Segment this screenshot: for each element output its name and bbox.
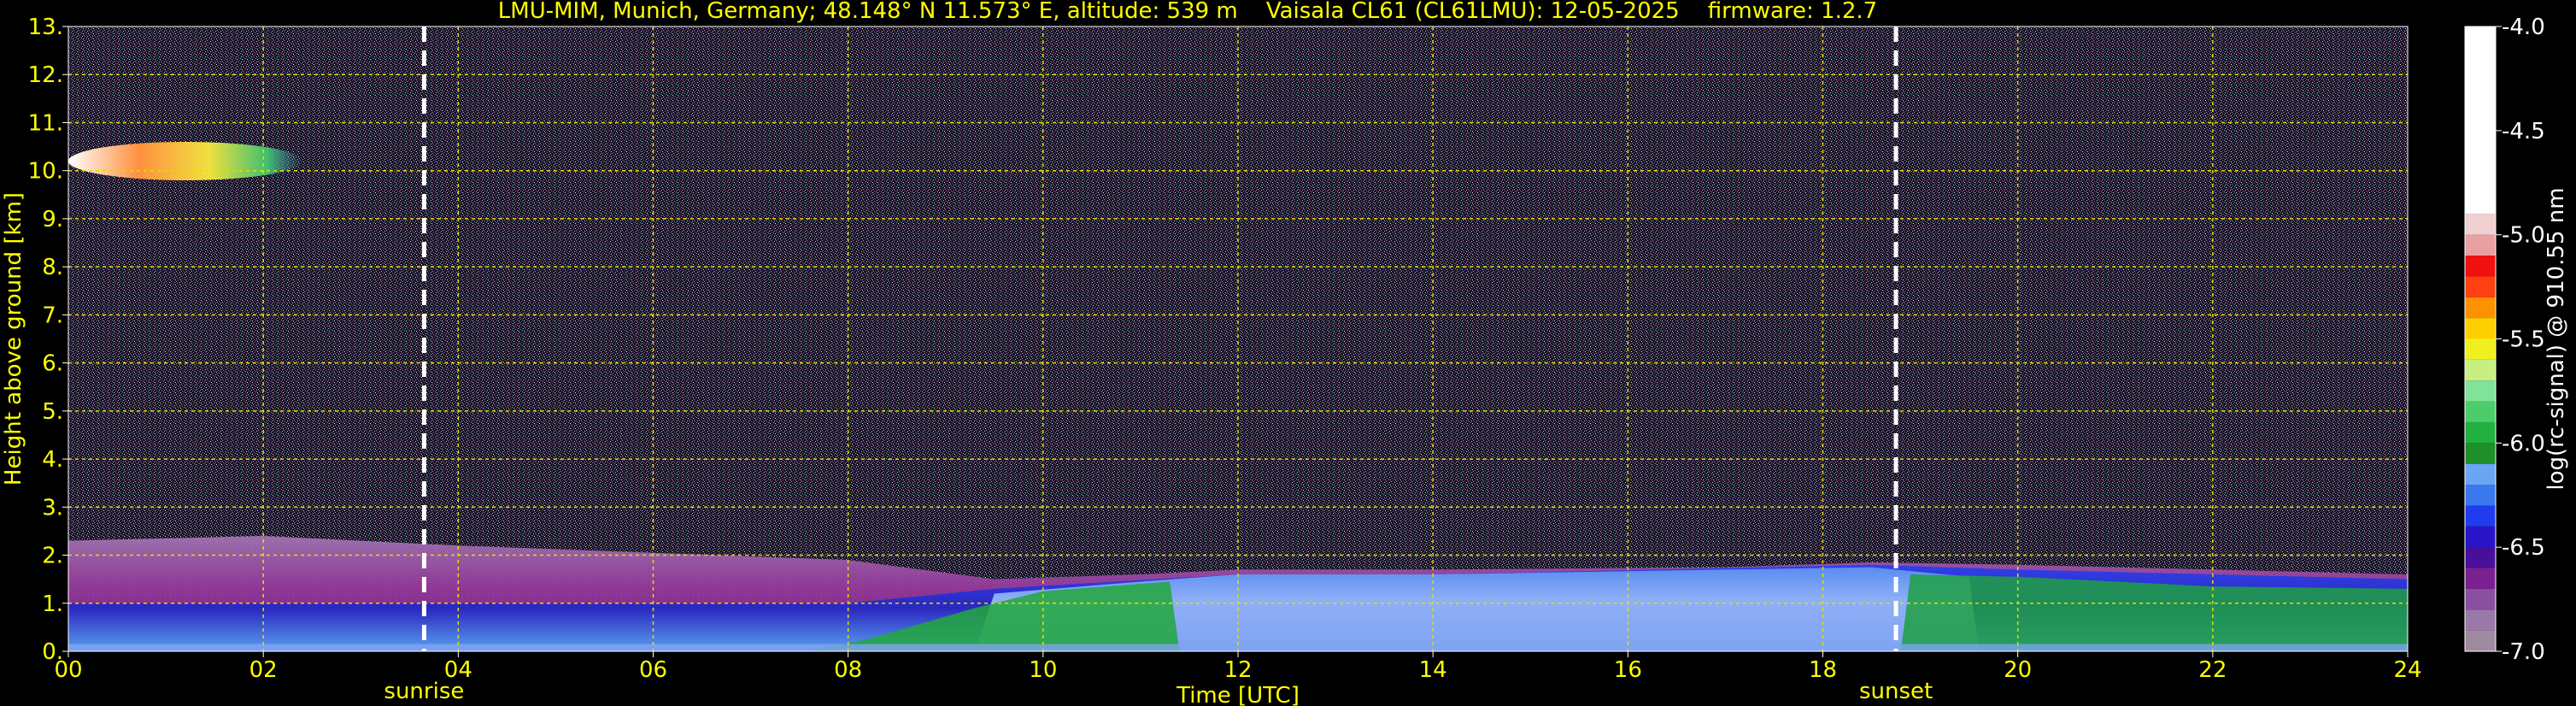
x-tick-label: 24: [2393, 657, 2421, 683]
colorbar-segment: [2465, 609, 2496, 631]
colorbar-tick-label: -5.0: [2502, 223, 2545, 249]
colorbar-segment: [2465, 421, 2496, 444]
cirrus-cloud: [68, 141, 302, 180]
colorbar-tick-label: -7.0: [2502, 639, 2545, 665]
colorbar-segment: [2465, 526, 2496, 548]
y-tick-label: 4.: [42, 447, 63, 473]
y-tick-label: 8.: [42, 255, 63, 280]
colorbar-segment: [2465, 443, 2496, 464]
colorbar-tick-label: -6.5: [2502, 535, 2545, 561]
colorbar-segment: [2465, 359, 2496, 381]
y-tick-label: 10.: [28, 159, 63, 185]
y-tick-label: 12.: [28, 62, 63, 88]
x-tick-label: 06: [639, 657, 667, 683]
colorbar-segment: [2465, 338, 2496, 360]
plot-area: [67, 26, 2409, 652]
y-axis: 0. 1. 2. 3. 4. 5. 6. 7. 8. 9. 10. 11. 12. 13.: [28, 15, 68, 665]
colorbar-segment: [2465, 380, 2496, 402]
sunset-label: sunset: [1859, 679, 1933, 704]
ceilometer-figure: LMU-MIM, Munich, Germany; 48.148° N 11.5…: [1, 0, 2569, 706]
y-tick-label: 13.: [28, 15, 63, 40]
y-tick-label: 3.: [42, 495, 63, 521]
y-tick-label: 7.: [42, 303, 63, 328]
colorbar-segment: [2465, 568, 2496, 589]
x-tick-label: 08: [834, 657, 862, 683]
colorbar-tick-label: -6.0: [2502, 431, 2545, 456]
colorbar-segment: [2465, 547, 2496, 568]
colorbar-segment: [2465, 630, 2496, 651]
x-tick-label: 02: [249, 657, 278, 683]
colorbar-tick-label: -5.5: [2502, 327, 2545, 353]
colorbar-segment: [2465, 214, 2496, 235]
y-axis-label: Height above ground [km]: [1, 192, 26, 485]
colorbar-segment: [2465, 485, 2496, 506]
x-tick-label: 14: [1419, 657, 1447, 683]
colorbar-tick-label: -4.5: [2502, 119, 2545, 144]
x-tick-label: 12: [1223, 657, 1252, 683]
y-tick-label: 9.: [42, 207, 63, 232]
y-tick-label: 5.: [42, 399, 63, 425]
x-axis-label: Time [UTC]: [1176, 683, 1300, 706]
colorbar: -7.0 -6.5 -6.0 -5.5 -5.0 -4.5 -4.0: [2464, 15, 2545, 665]
colorbar-label: log(rc-signal) @ 910.55 nm: [2544, 187, 2569, 490]
x-tick-label: 18: [1809, 657, 1837, 683]
colorbar-segment: [2465, 297, 2496, 319]
x-tick-label: 22: [2198, 657, 2227, 683]
y-tick-label: 1.: [42, 591, 63, 617]
x-tick-label: 10: [1029, 657, 1057, 683]
x-tick-label: 16: [1614, 657, 1642, 683]
colorbar-segment: [2465, 276, 2496, 297]
colorbar-segment: [2465, 318, 2496, 339]
colorbar-segment: [2465, 234, 2496, 256]
colorbar-segment: [2465, 256, 2496, 277]
colorbar-segment: [2465, 463, 2496, 485]
y-tick-label: 2.: [42, 544, 63, 569]
colorbar-segment: [2465, 505, 2496, 527]
y-tick-label: 11.: [28, 110, 63, 136]
colorbar-segment: [2465, 26, 2496, 215]
chart-title: LMU-MIM, Munich, Germany; 48.148° N 11.5…: [498, 0, 1877, 24]
y-tick-label: 0.: [42, 639, 63, 665]
y-tick-label: 6.: [42, 351, 63, 377]
colorbar-segment: [2465, 401, 2496, 422]
x-tick-label: 20: [2004, 657, 2032, 683]
colorbar-segment: [2465, 588, 2496, 610]
sunrise-label: sunrise: [384, 679, 464, 704]
colorbar-tick-label: -4.0: [2502, 15, 2545, 40]
